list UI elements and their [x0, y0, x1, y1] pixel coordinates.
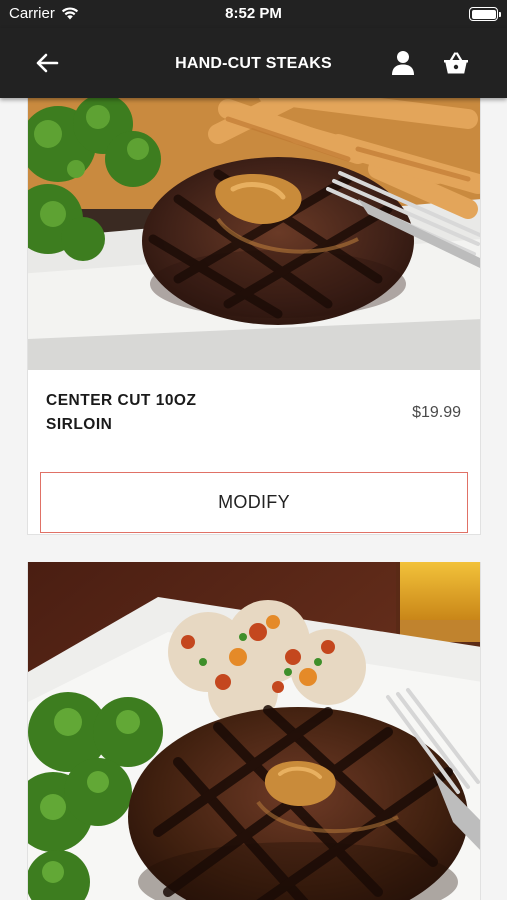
- menu-screen: Carrier 8:52 PM HAND-CUT STEAKS CENTER C…: [0, 0, 507, 900]
- battery-icon: [469, 7, 501, 21]
- menu-item-price: $19.99: [412, 404, 461, 421]
- account-button[interactable]: [388, 48, 418, 78]
- menu-item-name: CENTER CUT 10OZ SIRLOIN: [46, 389, 266, 437]
- nav-header: HAND-CUT STEAKS: [0, 28, 507, 98]
- menu-item-name-line: CENTER CUT 10OZ: [46, 392, 197, 409]
- menu-item-card[interactable]: CENTER CUT 10OZ SIRLOIN $19.99 MODIFY: [27, 98, 481, 535]
- status-time: 8:52 PM: [225, 5, 282, 22]
- person-icon: [392, 51, 414, 75]
- modify-button[interactable]: MODIFY: [40, 472, 468, 533]
- status-bar: Carrier 8:52 PM: [0, 0, 507, 28]
- menu-item-info: CENTER CUT 10OZ SIRLOIN $19.99: [28, 370, 480, 462]
- basket-icon: [444, 52, 468, 74]
- menu-list[interactable]: CENTER CUT 10OZ SIRLOIN $19.99 MODIFY: [0, 98, 507, 900]
- steak-photo: [28, 98, 480, 370]
- page-title: HAND-CUT STEAKS: [175, 55, 332, 72]
- steak-photo: [28, 562, 480, 900]
- menu-item-name-line: SIRLOIN: [46, 416, 113, 433]
- menu-item-card[interactable]: [27, 562, 481, 900]
- basket-button[interactable]: [440, 48, 472, 78]
